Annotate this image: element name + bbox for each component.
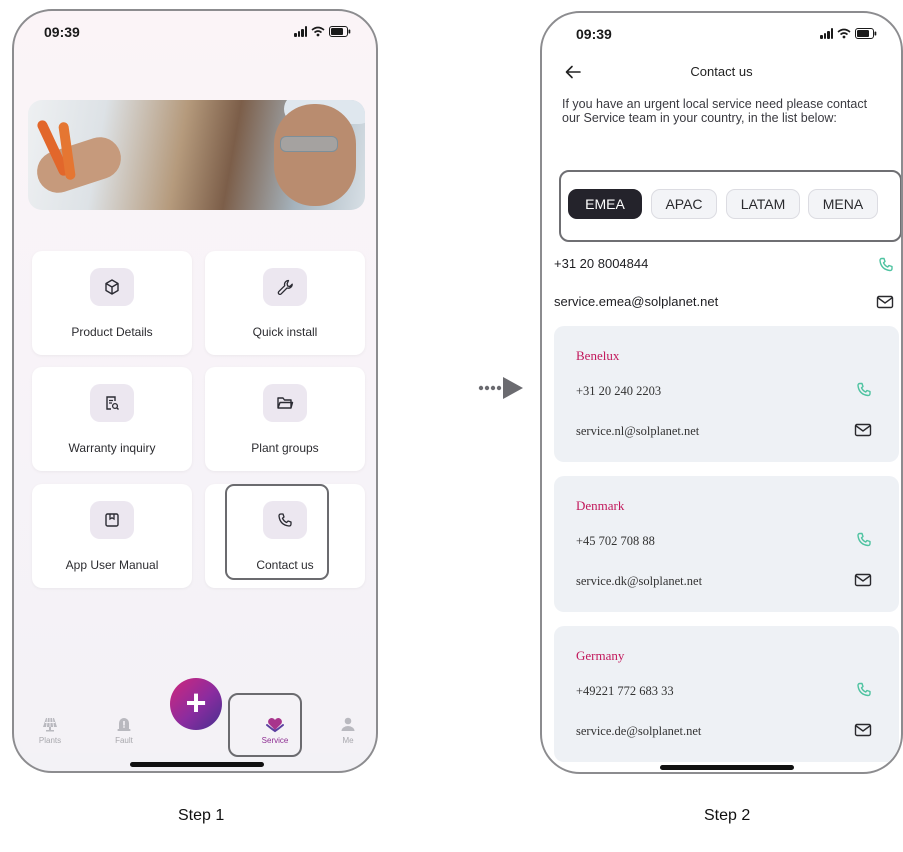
country-email[interactable]: service.dk@solplanet.net [576,574,702,589]
country-email[interactable]: service.de@solplanet.net [576,724,701,739]
quick-install-card[interactable]: Quick install [205,251,365,355]
phone-screen-contact-us: 09:39 Contact us If you have an urgent l… [540,11,903,774]
service-tab-highlight [228,693,302,757]
country-card-germany: Germany +49221 772 683 33 service.de@sol… [554,626,899,762]
home-indicator [660,765,794,770]
country-email[interactable]: service.nl@solplanet.net [576,424,699,439]
step-2-caption: Step 2 [704,807,751,824]
card-label: App User Manual [65,558,159,572]
call-icon[interactable] [856,382,874,398]
card-label: Warranty inquiry [68,441,156,455]
wifi-icon [311,26,325,37]
wrench-icon [263,268,307,306]
country-card-denmark: Denmark +45 702 708 88 service.dk@solpla… [554,476,899,612]
product-details-card[interactable]: Product Details [32,251,192,355]
wifi-icon [837,28,851,39]
tab-me[interactable]: Me [326,707,370,753]
country-name: Denmark [576,498,625,513]
manual-icon [90,501,134,539]
region-chip-emea[interactable]: EMEA [568,189,642,219]
country-name: Benelux [576,348,620,363]
solar-panel-icon [40,715,60,733]
home-indicator [130,762,264,767]
card-label: Quick install [252,325,318,339]
add-button[interactable]: + [170,678,222,730]
country-phone[interactable]: +31 20 240 2203 [576,384,661,399]
status-icons [820,28,877,39]
call-icon[interactable] [878,257,896,273]
hero-image [28,100,365,210]
tab-fault[interactable]: Fault [102,707,146,753]
region-chip-apac[interactable]: APAC [651,189,717,219]
tab-label: Plants [38,736,62,745]
main-phone[interactable]: +31 20 8004844 [554,256,899,271]
signal-icon [820,28,833,39]
main-email[interactable]: service.emea@solplanet.net [554,294,899,309]
card-label: Product Details [71,325,153,339]
mail-icon[interactable] [854,572,872,588]
tab-label: Me [342,736,354,745]
tab-label: Fault [115,736,133,745]
country-name: Germany [576,648,625,663]
status-icons [294,26,351,37]
mail-icon[interactable] [854,722,872,738]
country-phone[interactable]: +49221 772 683 33 [576,684,674,699]
call-icon[interactable] [856,532,874,548]
warranty-inquiry-card[interactable]: Warranty inquiry [32,367,192,471]
app-user-manual-card[interactable]: App User Manual [32,484,192,588]
signal-icon [294,26,307,37]
battery-icon [855,28,877,39]
mail-icon[interactable] [876,294,894,310]
step-1-caption: Step 1 [178,807,225,824]
intro-text: If you have an urgent local service need… [562,97,868,125]
document-search-icon [90,384,134,422]
plant-groups-card[interactable]: Plant groups [205,367,365,471]
battery-icon [329,26,351,37]
country-card-benelux: Benelux +31 20 240 2203 service.nl@solpl… [554,326,899,462]
status-time: 09:39 [44,24,80,40]
cube-icon [90,268,134,306]
page-title: Contact us [690,64,753,79]
alert-icon [114,715,134,733]
mail-icon[interactable] [854,422,872,438]
call-icon[interactable] [856,682,874,698]
folder-icon [263,384,307,422]
tab-plants[interactable]: Plants [28,707,72,753]
status-time: 09:39 [576,26,612,42]
region-chip-latam[interactable]: LATAM [726,189,800,219]
country-phone[interactable]: +45 702 708 88 [576,534,655,549]
next-step-arrow-icon [478,377,523,399]
contact-us-highlight [225,484,329,580]
region-chip-mena[interactable]: MENA [808,189,878,219]
card-label: Plant groups [251,441,319,455]
phone-screen-service: 09:39 Product Details Quick install Warr… [12,9,378,773]
user-icon [338,715,358,733]
